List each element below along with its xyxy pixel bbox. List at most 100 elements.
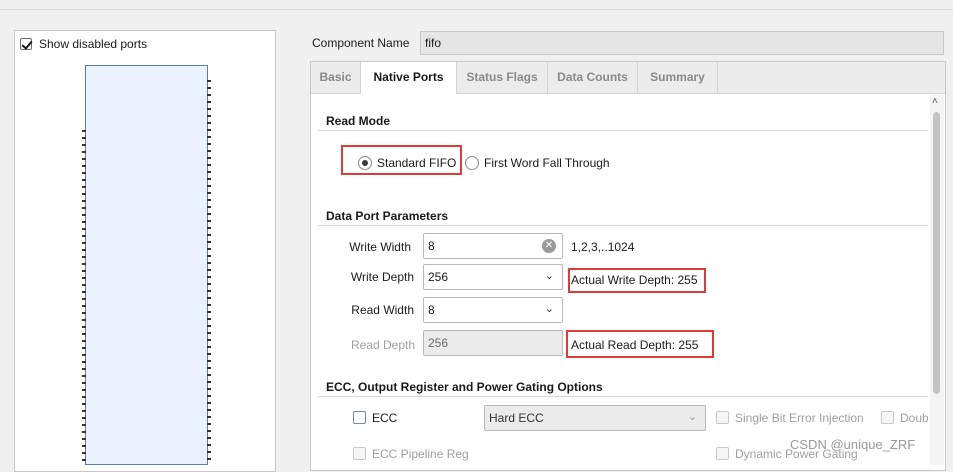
component-name-label: Component Name [312,36,410,50]
symbol-pin [82,333,86,335]
symbol-pin [207,367,211,369]
ecc-checkbox[interactable] [353,411,366,424]
write-width-input[interactable]: 8 ✕ [423,233,563,259]
symbol-pin [207,192,211,194]
chevron-down-icon: ⌄ [687,411,697,423]
symbol-pin [82,403,86,405]
tab-status-flags[interactable]: Status Flags [457,62,548,93]
symbol-pin [82,130,86,132]
symbol-pin [207,248,211,250]
fwft-radio[interactable] [465,156,479,170]
component-name-field[interactable]: fifo [420,31,944,55]
tab-summary[interactable]: Summary [638,62,718,93]
actual-read-depth: Actual Read Depth: 255 [571,338,699,352]
tab-native-ports[interactable]: Native Ports [361,62,457,94]
symbol-pin [82,193,86,195]
symbol-pin [207,122,211,124]
symbol-pin [82,172,86,174]
symbol-pin [82,291,86,293]
symbol-pin [82,347,86,349]
symbol-pin [82,221,86,223]
symbol-pin [207,101,211,103]
symbol-pin [207,311,211,313]
ecc-pipeline-checkbox[interactable] [353,447,366,460]
symbol-pin [207,227,211,229]
scrollbar-thumb[interactable] [933,112,940,394]
symbol-pin [82,382,86,384]
read-width-value: 8 [428,303,435,317]
symbol-pin [82,200,86,202]
symbol-pin [207,136,211,138]
dynamic-power-gating-checkbox[interactable] [716,447,729,460]
ecc-type-value: Hard ECC [489,411,544,425]
symbol-pin [207,269,211,271]
symbol-pin [82,459,86,461]
symbol-pin [207,164,211,166]
symbol-pin [82,165,86,167]
fwft-label: First Word Fall Through [484,156,610,170]
chevron-down-icon: ⌄ [544,303,554,315]
symbol-pin [82,424,86,426]
symbol-pin [207,381,211,383]
write-depth-select[interactable]: 256 ⌄ [423,264,563,290]
symbol-pin [207,234,211,236]
show-disabled-ports-label: Show disabled ports [39,37,148,51]
read-depth-field: 256 [423,330,563,356]
symbol-pin [82,249,86,251]
ecc-label: ECC [372,411,398,425]
symbol-pin [207,87,211,89]
symbol-pin [207,213,211,215]
read-width-select[interactable]: 8 ⌄ [423,297,563,323]
read-mode-divider [318,130,928,131]
symbol-pin [82,354,86,356]
symbol-pin [82,277,86,279]
symbol-pin [207,437,211,439]
symbol-pin [82,214,86,216]
symbol-pin [82,410,86,412]
symbol-pin [207,430,211,432]
clear-icon[interactable]: ✕ [542,239,556,253]
data-port-divider [318,225,928,226]
chevron-up-icon[interactable]: ˄ [932,96,938,107]
symbol-pin [82,431,86,433]
double-bit-error-label: Doub [900,411,928,425]
single-bit-error-checkbox[interactable] [716,411,729,424]
symbol-pin [207,150,211,152]
symbol-pin [207,178,211,180]
actual-write-depth: Actual Write Depth: 255 [571,273,698,287]
read-depth-label: Read Depth [350,338,415,352]
read-depth-value: 256 [428,336,449,350]
write-width-hint: 1,2,3,..1024 [571,240,635,254]
tab-data-counts[interactable]: Data Counts [548,62,638,93]
symbol-pin [82,151,86,153]
show-disabled-ports-checkbox[interactable] [20,38,32,50]
symbol-pin [82,417,86,419]
ecc-type-select[interactable]: Hard ECC ⌄ [484,405,706,431]
symbol-pin [82,207,86,209]
symbol-pin [207,451,211,453]
symbol-pin [207,171,211,173]
symbol-pin [82,270,86,272]
symbol-pin [207,157,211,159]
symbol-pin [207,444,211,446]
symbol-pin [207,262,211,264]
symbol-pin [82,242,86,244]
symbol-pin [207,402,211,404]
watermark: CSDN @unique_ZRF [790,437,916,452]
symbol-pin [207,283,211,285]
standard-fifo-radio[interactable] [358,156,372,170]
symbol-pin [82,319,86,321]
tab-basic[interactable]: Basic [311,62,361,93]
ecc-pipeline-label: ECC Pipeline Reg [372,447,469,461]
write-width-label: Write Width [349,240,411,254]
symbol-pin [207,199,211,201]
symbol-pin [82,158,86,160]
symbol-pin [82,256,86,258]
symbol-pin [207,241,211,243]
double-bit-error-checkbox[interactable] [881,411,894,424]
symbol-pin [207,353,211,355]
read-width-label: Read Width [351,303,414,317]
top-divider [0,9,953,10]
symbol-pin [207,458,211,460]
symbol-pin [207,360,211,362]
